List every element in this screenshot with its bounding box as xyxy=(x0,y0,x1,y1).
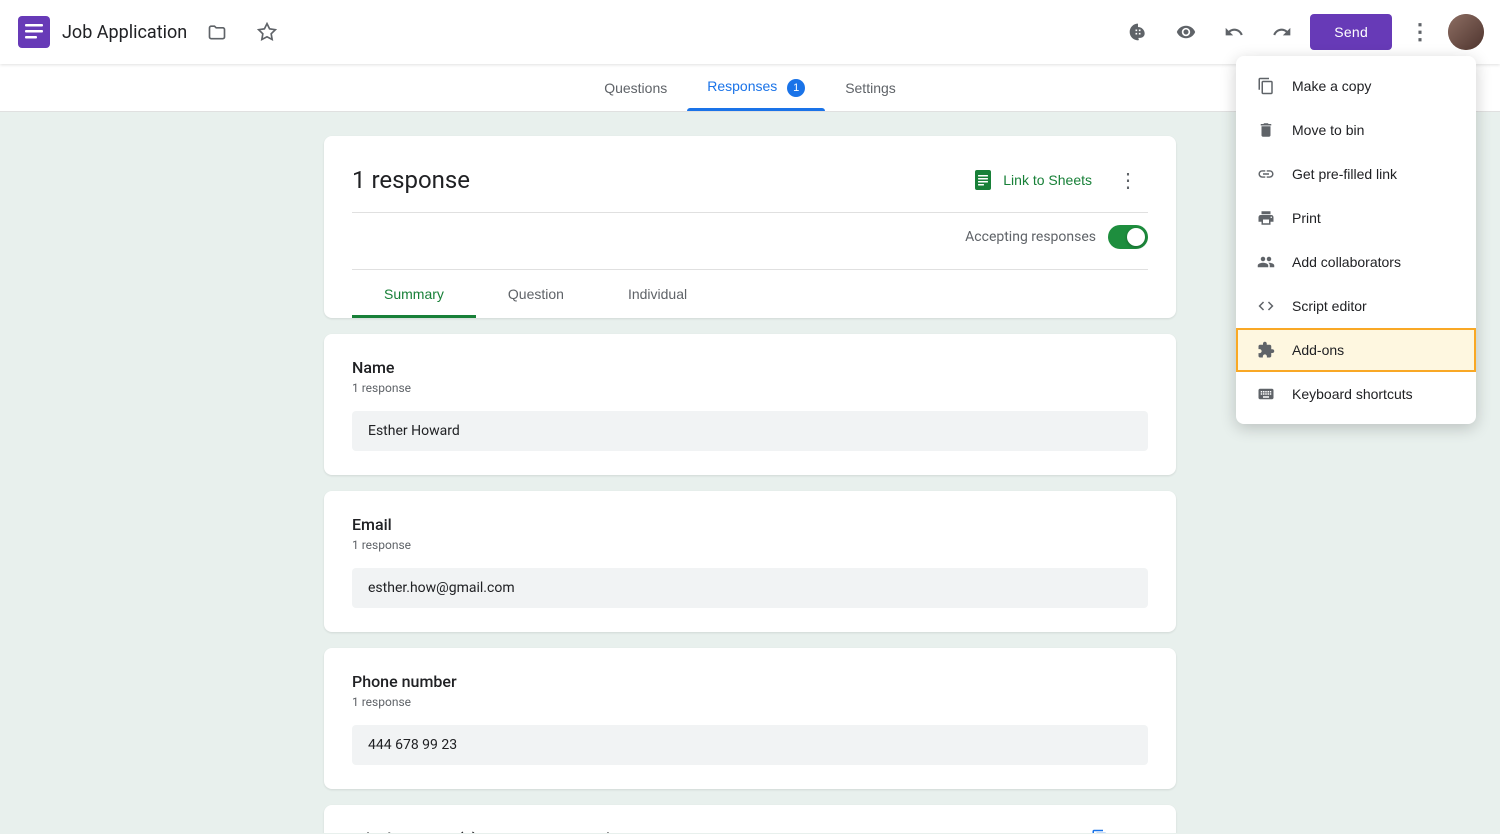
link-menu-icon xyxy=(1256,164,1276,184)
trash-menu-icon xyxy=(1256,120,1276,140)
puzzle-menu-icon xyxy=(1256,340,1276,360)
code-menu-icon xyxy=(1256,296,1276,316)
menu-keyboard-shortcuts[interactable]: Keyboard shortcuts xyxy=(1236,372,1476,416)
menu-get-prefilled-link[interactable]: Get pre-filled link xyxy=(1236,152,1476,196)
copy-menu-icon xyxy=(1256,76,1276,96)
menu-print[interactable]: Print xyxy=(1236,196,1476,240)
dropdown-menu: Make a copy Move to bin Get pre-filled l… xyxy=(1236,56,1476,424)
menu-make-copy[interactable]: Make a copy xyxy=(1236,64,1476,108)
menu-add-collaborators[interactable]: Add collaborators xyxy=(1236,240,1476,284)
keyboard-menu-icon xyxy=(1256,384,1276,404)
menu-move-to-bin[interactable]: Move to bin xyxy=(1236,108,1476,152)
print-menu-icon xyxy=(1256,208,1276,228)
menu-script-editor[interactable]: Script editor xyxy=(1236,284,1476,328)
people-menu-icon xyxy=(1256,252,1276,272)
menu-add-ons[interactable]: Add-ons xyxy=(1236,328,1476,372)
